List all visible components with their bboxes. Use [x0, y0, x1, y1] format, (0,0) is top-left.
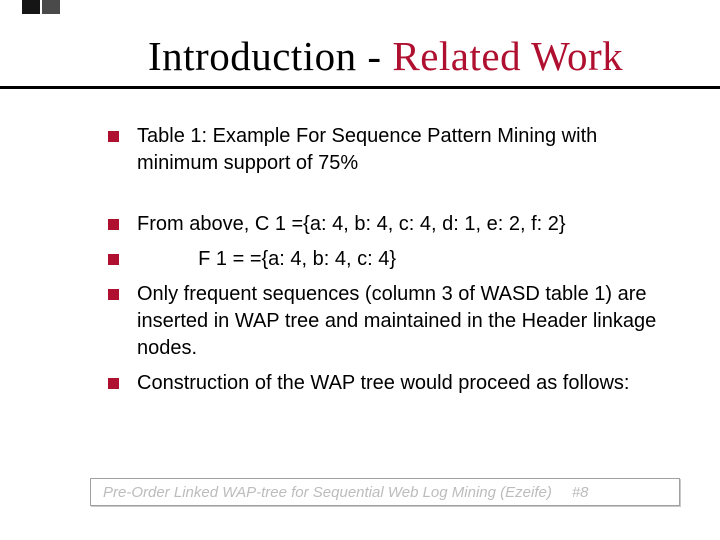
- slide-title: Introduction - Related Work: [148, 32, 680, 80]
- bullet-square-icon: [108, 378, 119, 389]
- bullet-square-icon: [108, 219, 119, 230]
- title-related: Related Work: [392, 33, 623, 79]
- bullet-square-icon: [108, 254, 119, 265]
- bullet-text: Construction of the WAP tree would proce…: [137, 370, 672, 397]
- bullet-text: Table 1: Example For Sequence Pattern Mi…: [137, 123, 672, 177]
- footer-text: Pre-Order Linked WAP-tree for Sequential…: [103, 484, 552, 501]
- bullet-square-icon: [108, 289, 119, 300]
- bullet-item: Construction of the WAP tree would proce…: [108, 370, 672, 397]
- spacer: [108, 185, 672, 211]
- title-area: Introduction - Related Work: [0, 0, 720, 80]
- bullet-item: F 1 = ={a: 4, b: 4, c: 4}: [108, 246, 672, 273]
- footer-box: Pre-Order Linked WAP-tree for Sequential…: [90, 478, 680, 506]
- decor-stripe-dark: [22, 0, 40, 14]
- title-intro: Introduction -: [148, 33, 392, 79]
- bullet-text: Only frequent sequences (column 3 of WAS…: [137, 281, 672, 362]
- bullet-item: From above, C 1 ={a: 4, b: 4, c: 4, d: 1…: [108, 211, 672, 238]
- bullet-text: F 1 = ={a: 4, b: 4, c: 4}: [137, 246, 672, 273]
- bullet-text: From above, C 1 ={a: 4, b: 4, c: 4, d: 1…: [137, 211, 672, 238]
- footer-page: #8: [572, 484, 589, 501]
- decor-stripe-light: [42, 0, 60, 14]
- content-area: Table 1: Example For Sequence Pattern Mi…: [0, 89, 720, 397]
- bullet-item: Table 1: Example For Sequence Pattern Mi…: [108, 123, 672, 177]
- bullet-square-icon: [108, 131, 119, 142]
- bullet-item: Only frequent sequences (column 3 of WAS…: [108, 281, 672, 362]
